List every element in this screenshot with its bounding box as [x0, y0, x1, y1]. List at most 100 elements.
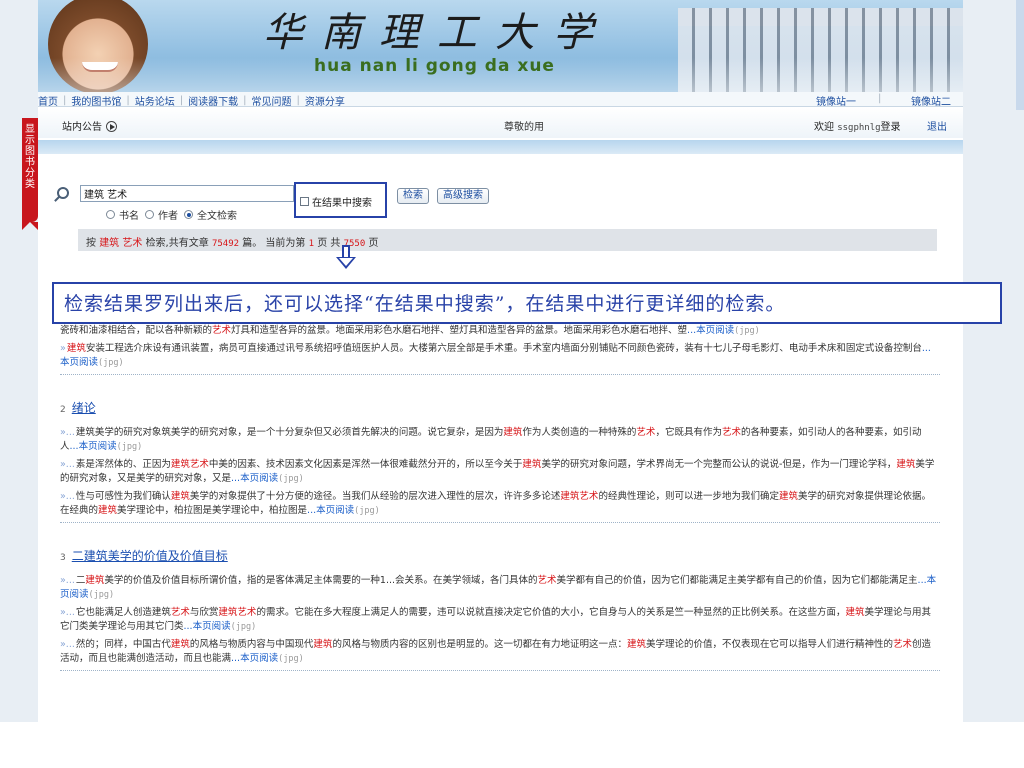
snippet-text: 美学的价值及价值目标所谓价值，指的是客体满足主体需要的一种1...会关系。在美学… — [104, 575, 538, 586]
scope-label: 作者 — [158, 211, 178, 222]
advanced-search-button[interactable]: 高级搜索 — [437, 188, 489, 204]
logout-link[interactable]: 退出 — [927, 118, 947, 133]
highlighted-keyword: 艺术 — [212, 325, 232, 336]
snippet-text: 美学的对象提供了十分方便的途径。当我们从经验的层次进入理性的层次，许许多多论述 — [189, 491, 561, 502]
nav-link[interactable]: 常见问题 — [252, 93, 292, 108]
snippet-text: 美学的研究对象问题，学术界尚无一个完整而公认的说说-但是，作为一门理论学科， — [541, 459, 897, 470]
read-page-label: 本页阅读 — [240, 473, 279, 484]
read-page-link[interactable]: ...本页阅读(jpg) — [231, 473, 304, 484]
highlighted-keyword: 艺术 — [892, 639, 912, 650]
read-page-link[interactable]: ...本页阅读(jpg) — [307, 505, 380, 516]
snippet-text: 的风格与物质内容的区别也是明显的。这一切都在有力地证明这一点： — [332, 639, 627, 650]
top-navigation: 首页 | 我的图书馆 | 站务论坛 | 阅读器下载 | 常见问题 | 资源分享 镜像站一 | 镜像站… — [38, 92, 963, 108]
highlighted-keyword: 建筑 — [896, 459, 916, 470]
search-scope-options: 书名 作者 全文检索 — [100, 207, 237, 222]
read-page-link[interactable]: ...本页阅读(jpg) — [687, 325, 760, 336]
highlighted-keyword: 建筑艺术 — [170, 459, 209, 470]
nav-link[interactable]: 首页 — [38, 93, 58, 108]
result-snippets: »...二建筑美学的价值及价值目标所谓价值，指的是客体满足主体需要的一种1...… — [60, 574, 940, 666]
result-snippet: »...建筑美学的研究对象筑美学的研究对象，是一个十分复杂但又必须首先解决的问题… — [60, 426, 940, 454]
nav-separator: | — [296, 95, 300, 106]
ellipsis: ... — [231, 473, 241, 484]
format-label: (jpg) — [230, 622, 257, 632]
highlighted-keyword: 艺术 — [636, 427, 656, 438]
result-title-link[interactable]: 二建筑美学的价值及价值目标 — [72, 547, 228, 564]
annotation-callout: 检索结果罗列出来后，还可以选择“在结果中搜索”，在结果中进行更详细的检索。 — [52, 282, 1002, 324]
summary-mid2: 篇。 当前为第 — [242, 238, 306, 249]
snippet-text: 美学理论中，柏拉图是美学理论中，柏拉图是 — [117, 505, 308, 516]
result-title-row: 3 二建筑美学的价值及价值目标 — [60, 547, 940, 564]
results-list: 瓷砖和油漆相结合，配以各种新颖的艺术灯具和造型各异的盆景。地面采用彩色水磨石地拌… — [60, 324, 940, 671]
scope-radio[interactable] — [106, 210, 115, 219]
nav-link[interactable]: 阅读器下载 — [188, 93, 238, 108]
show-book-categories-tab[interactable]: 显示图书分类 — [22, 118, 38, 230]
down-arrow-icon — [336, 245, 356, 271]
result-snippets: »...建筑美学的研究对象筑美学的研究对象，是一个十分复杂但又必须首先解决的问题… — [60, 426, 940, 518]
checkbox-icon[interactable] — [300, 197, 309, 206]
play-icon[interactable] — [106, 121, 117, 132]
highlighted-keyword: 建筑 — [98, 505, 118, 516]
nav-link[interactable]: 资源分享 — [305, 93, 345, 108]
snippet-text: » — [60, 343, 66, 354]
result-snippet: »...素是浑然体的、正因为建筑艺术中美的因素、技术因素文化因素是浑然一体很难截… — [60, 458, 940, 486]
read-page-link[interactable]: ...本页阅读(jpg) — [231, 653, 304, 664]
read-page-label: 本页阅读 — [696, 325, 735, 336]
result-title-link[interactable]: 绪论 — [72, 399, 96, 416]
main-content: 站内公告 尊敬的用 欢迎 ssgphnlg登录 退出 书名 作者 全文检索 在结果中… — [38, 108, 1002, 722]
scope-radio[interactable] — [184, 210, 193, 219]
side-tab-char: 书 — [25, 157, 35, 168]
highlighted-keyword: 建筑艺术 — [218, 607, 257, 618]
site-notice[interactable]: 站内公告 — [62, 118, 117, 133]
format-label: (jpg) — [98, 358, 124, 368]
site-notice-label: 站内公告 — [62, 122, 102, 133]
snippet-text: 中美的因素、技术因素文化因素是浑然一体很难截然分开的，所以至今关于 — [208, 459, 523, 470]
notice-bar: 站内公告 尊敬的用 欢迎 ssgphnlg登录 退出 — [38, 108, 963, 138]
highlighted-keyword: 艺术 — [721, 427, 741, 438]
snippet-text: 然的；同样，中国古代 — [75, 639, 171, 650]
search-within-checkbox[interactable]: 在结果中搜索 — [300, 194, 372, 209]
result-divider — [60, 522, 940, 523]
mirror-site-1-link[interactable]: 镜像站一 — [816, 93, 856, 108]
snippet-text: 瓷砖和油漆相结合，配以各种新颖的 — [60, 325, 213, 336]
search-input[interactable] — [80, 185, 294, 202]
format-label: (jpg) — [734, 326, 760, 336]
nav-separator: | — [63, 95, 67, 106]
search-icon — [57, 187, 69, 199]
highlighted-keyword: 建筑 — [522, 459, 542, 470]
nav-link[interactable]: 我的图书馆 — [71, 93, 121, 108]
snippet-text: 作为人类创造的一种特殊的 — [522, 427, 637, 438]
read-page-link[interactable]: ...本页阅读(jpg) — [184, 621, 257, 632]
welcome-text: 欢迎 ssgphnlg登录 — [814, 118, 901, 133]
left-margin — [0, 0, 38, 722]
scope-label: 书名 — [119, 211, 139, 222]
snippet-text: 与欣赏 — [189, 607, 219, 618]
username: ssgphnlg — [837, 123, 881, 133]
mirror-site-2-link[interactable]: 镜像站二 — [911, 93, 951, 108]
scrollbar[interactable] — [1016, 0, 1024, 110]
read-page-link[interactable]: ...本页阅读(jpg) — [70, 441, 143, 452]
summary-keyword: 建筑 艺术 — [99, 238, 143, 249]
search-button[interactable]: 检索 — [397, 188, 429, 204]
snippet-text: »... — [60, 607, 75, 618]
scope-radio[interactable] — [145, 210, 154, 219]
highlighted-keyword: 建筑 — [66, 343, 86, 354]
read-page-label: 本页阅读 — [78, 441, 117, 452]
page-bottom — [0, 722, 1024, 768]
side-tab-char: 示 — [25, 135, 35, 146]
format-label: (jpg) — [88, 590, 115, 600]
result-snippet: »...二建筑美学的价值及价值目标所谓价值，指的是客体满足主体需要的一种1...… — [60, 574, 940, 602]
snippet-text: »... — [60, 575, 75, 586]
header-divider — [38, 140, 963, 154]
snippet-text: 美学都有自己的价值，因为它们都能满足主美学都有自己的价值，因为它们都能满足主 — [556, 575, 918, 586]
nav-link[interactable]: 站务论坛 — [135, 93, 175, 108]
format-label: (jpg) — [278, 474, 304, 484]
summary-mid: 检索,共有文章 — [145, 238, 209, 249]
snippet-text: 它也能满足人创造建筑 — [75, 607, 171, 618]
ellipsis: ... — [917, 575, 927, 586]
highlighted-keyword: 艺术 — [537, 575, 557, 586]
result-snippet: 瓷砖和油漆相结合，配以各种新颖的艺术灯具和造型各异的盆景。地面采用彩色水磨石地拌… — [60, 324, 940, 338]
result-index: 3 — [60, 553, 66, 563]
highlighted-keyword: 建筑 — [85, 575, 105, 586]
right-margin — [963, 0, 1024, 722]
ellipsis: ... — [183, 621, 193, 632]
